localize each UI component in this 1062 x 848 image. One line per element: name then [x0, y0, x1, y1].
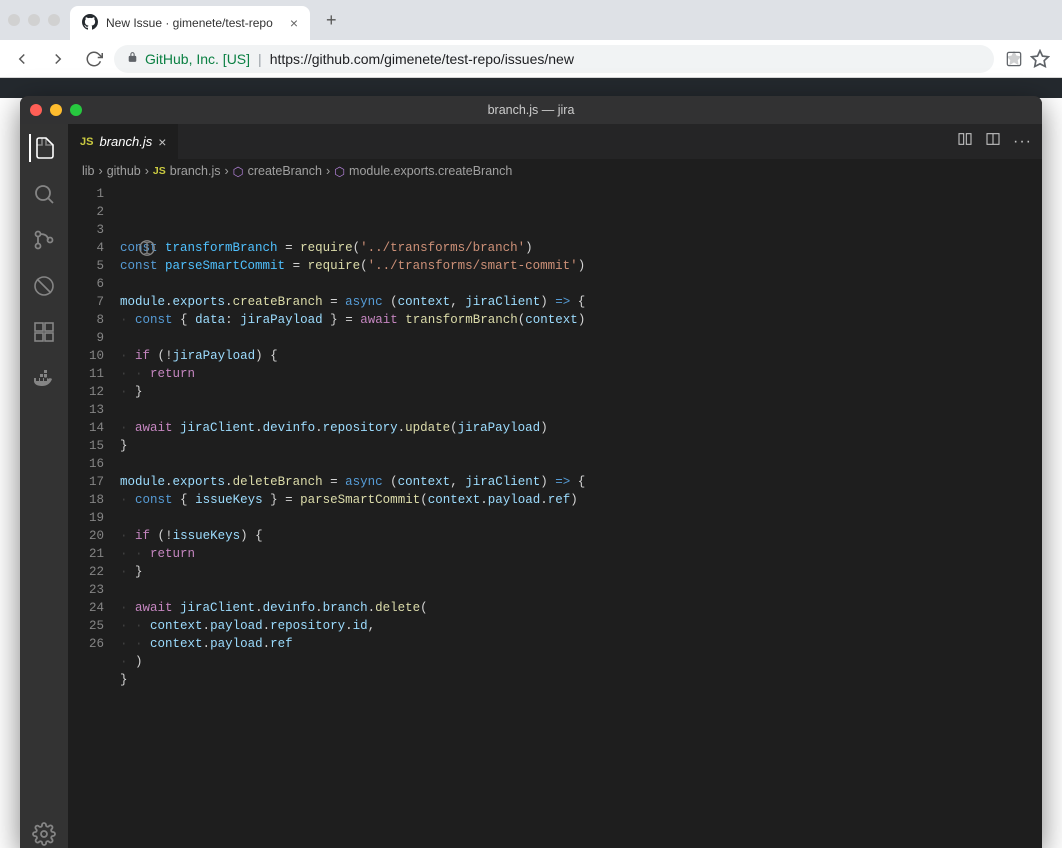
editor-zoom-dot[interactable] [70, 104, 82, 116]
code-line[interactable]: · const { issueKeys } = parseSmartCommit… [120, 491, 1042, 509]
code-line[interactable] [120, 401, 1042, 419]
breadcrumb-separator-icon: › [225, 164, 229, 178]
code-line[interactable]: · if (!issueKeys) { [120, 527, 1042, 545]
compare-changes-icon[interactable] [957, 131, 973, 152]
code-line[interactable]: · } [120, 383, 1042, 401]
editor-window: branch.js — jira JS branch.js × [20, 96, 1042, 848]
github-favicon-icon [82, 14, 98, 33]
breadcrumb-item[interactable]: lib [82, 164, 95, 178]
breadcrumbs[interactable]: lib › github › JS branch.js › ⬡ createBranch › ⬡… [68, 159, 1042, 183]
breadcrumb-separator-icon: › [145, 164, 149, 178]
code-line[interactable]: · · context.payload.ref [120, 635, 1042, 653]
code-line[interactable] [120, 329, 1042, 347]
more-actions-icon[interactable]: ··· [1013, 133, 1032, 151]
code-line[interactable]: · await jiraClient.devinfo.repository.up… [120, 419, 1042, 437]
editor-tab-row: JS branch.js × ··· [68, 124, 1042, 159]
tab-title: New Issue · gimenete/test-repo [106, 16, 282, 30]
code-line[interactable]: · } [120, 563, 1042, 581]
code-line[interactable]: } [120, 437, 1042, 455]
tab-close-icon[interactable]: × [290, 15, 298, 31]
zoom-window-dot[interactable] [48, 14, 60, 26]
code-line[interactable]: module.exports.deleteBranch = async (con… [120, 473, 1042, 491]
js-file-icon: JS [80, 136, 93, 148]
macos-window-controls [8, 14, 70, 26]
code-line[interactable] [120, 275, 1042, 293]
code-line[interactable] [120, 509, 1042, 527]
reload-button[interactable] [78, 43, 110, 75]
forward-button[interactable] [42, 43, 74, 75]
editor-minimize-dot[interactable] [50, 104, 62, 116]
close-window-dot[interactable] [8, 14, 20, 26]
editor-titlebar: branch.js — jira [20, 96, 1042, 124]
code-line[interactable]: · ) [120, 653, 1042, 671]
code-line[interactable]: } [120, 671, 1042, 689]
code-line[interactable]: · const { data: jiraPayload } = await tr… [120, 311, 1042, 329]
code-line[interactable]: · · context.payload.repository.id, [120, 617, 1042, 635]
translate-extension-icon[interactable] [1004, 49, 1024, 69]
address-separator: | [256, 51, 264, 67]
code-lines[interactable]: const transformBranch = require('../tran… [114, 183, 1042, 848]
breadcrumb-separator-icon: › [326, 164, 330, 178]
file-tab-name: branch.js [99, 134, 152, 149]
explorer-icon[interactable] [29, 134, 57, 162]
browser-tab[interactable]: New Issue · gimenete/test-repo × [70, 6, 310, 40]
file-tab-close-icon[interactable]: × [158, 134, 166, 150]
breadcrumb-separator-icon: › [99, 164, 103, 178]
breadcrumb-item[interactable]: github [107, 164, 141, 178]
back-button[interactable] [6, 43, 38, 75]
browser-nav-bar: GitHub, Inc. [US] | https://github.com/g… [0, 40, 1062, 78]
lock-icon [126, 51, 139, 67]
github-header-strip [0, 78, 1062, 98]
line-gutter: 1234567891011121314151617181920212223242… [68, 183, 114, 848]
code-line[interactable] [120, 689, 1042, 707]
editor-window-title: branch.js — jira [488, 103, 575, 117]
address-secure-label: GitHub, Inc. [US] [145, 51, 250, 67]
breadcrumb-item[interactable]: JS branch.js [153, 164, 221, 178]
bookmark-star-icon[interactable] [1030, 49, 1050, 69]
address-bar[interactable]: GitHub, Inc. [US] | https://github.com/g… [114, 45, 994, 73]
code-line[interactable]: module.exports.createBranch = async (con… [120, 293, 1042, 311]
debug-icon[interactable] [30, 272, 58, 300]
source-control-icon[interactable] [30, 226, 58, 254]
search-icon[interactable] [30, 180, 58, 208]
settings-gear-icon[interactable] [30, 820, 58, 848]
code-line[interactable]: · · return [120, 545, 1042, 563]
activity-bar [20, 124, 68, 848]
breadcrumb-item[interactable]: ⬡ createBranch [233, 164, 322, 179]
code-line[interactable]: const transformBranch = require('../tran… [120, 239, 1042, 257]
extensions-icon[interactable] [30, 318, 58, 346]
browser-tab-strip: New Issue · gimenete/test-repo × + [0, 0, 1062, 40]
code-line[interactable]: · if (!jiraPayload) { [120, 347, 1042, 365]
editor-close-dot[interactable] [30, 104, 42, 116]
code-line[interactable]: · await jiraClient.devinfo.branch.delete… [120, 599, 1042, 617]
code-line[interactable] [120, 455, 1042, 473]
split-editor-icon[interactable] [985, 131, 1001, 152]
code-line[interactable]: · · return [120, 365, 1042, 383]
code-line[interactable] [120, 581, 1042, 599]
breadcrumb-item[interactable]: ⬡ module.exports.createBranch [334, 164, 512, 179]
editor-window-controls [30, 104, 82, 116]
code-editor[interactable]: 1234567891011121314151617181920212223242… [68, 183, 1042, 848]
file-tab[interactable]: JS branch.js × [68, 124, 179, 159]
docker-icon[interactable] [30, 364, 58, 392]
address-url: https://github.com/gimenete/test-repo/is… [270, 51, 574, 67]
code-line[interactable]: const parseSmartCommit = require('../tra… [120, 257, 1042, 275]
minimize-window-dot[interactable] [28, 14, 40, 26]
new-tab-button[interactable]: + [320, 8, 343, 33]
